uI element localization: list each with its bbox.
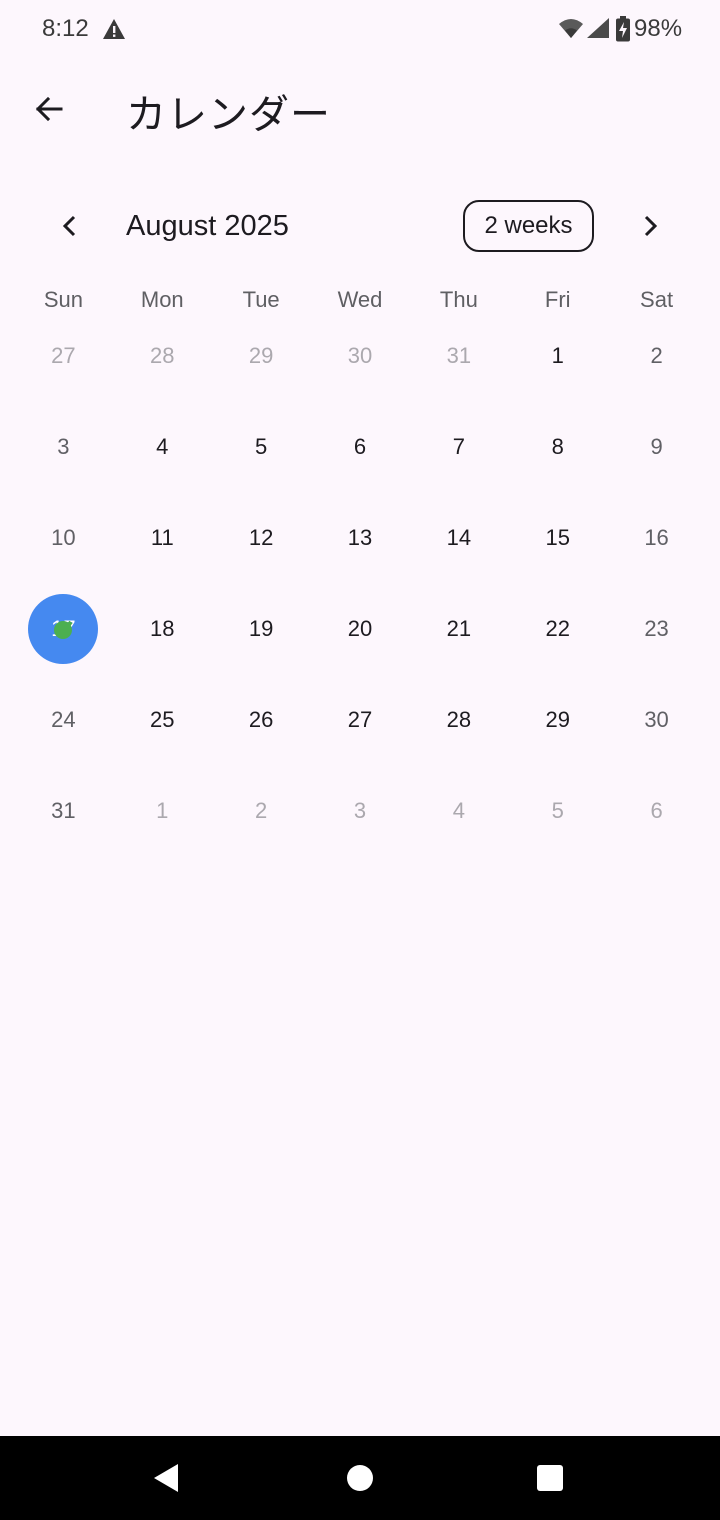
event-marker-icon bbox=[54, 620, 73, 639]
day-cell-outside[interactable]: 30 bbox=[311, 310, 410, 401]
day-cell[interactable]: 29 bbox=[508, 674, 607, 765]
day-cell-weekend[interactable]: 3 bbox=[14, 401, 113, 492]
day-cell-outside[interactable]: 31 bbox=[409, 310, 508, 401]
day-cell[interactable]: 7 bbox=[409, 401, 508, 492]
day-cell-outside[interactable]: 1 bbox=[113, 765, 212, 856]
day-cell-outside[interactable]: 4 bbox=[409, 765, 508, 856]
day-cell[interactable]: 27 bbox=[311, 674, 410, 765]
day-cell-outside[interactable]: 2 bbox=[212, 765, 311, 856]
chevron-right-icon bbox=[644, 215, 658, 237]
day-cell[interactable]: 6 bbox=[311, 401, 410, 492]
day-cell-outside[interactable]: 27 bbox=[14, 310, 113, 401]
day-cell[interactable]: 12 bbox=[212, 492, 311, 583]
day-cell[interactable]: 20 bbox=[311, 583, 410, 674]
nav-back-icon[interactable] bbox=[150, 1462, 182, 1494]
day-cell[interactable]: 21 bbox=[409, 583, 508, 674]
day-cell-weekend[interactable]: 2 bbox=[607, 310, 706, 401]
calendar-header: August 2025 2 weeks bbox=[0, 196, 720, 260]
day-grid: 27 28 29 30 31 1 2 3 4 5 6 7 8 9 10 11 1… bbox=[14, 310, 706, 856]
day-cell[interactable]: 25 bbox=[113, 674, 212, 765]
day-cell-selected[interactable]: 17 bbox=[14, 583, 113, 674]
day-cell-weekend[interactable]: 30 bbox=[607, 674, 706, 765]
day-cell[interactable]: 22 bbox=[508, 583, 607, 674]
day-cell[interactable]: 19 bbox=[212, 583, 311, 674]
battery-charging-icon bbox=[616, 16, 630, 42]
day-cell[interactable]: 11 bbox=[113, 492, 212, 583]
day-cell[interactable]: 28 bbox=[409, 674, 508, 765]
day-cell[interactable]: 4 bbox=[113, 401, 212, 492]
status-time: 8:12 bbox=[42, 15, 89, 42]
month-title: August 2025 bbox=[126, 210, 289, 242]
day-cell-outside[interactable]: 3 bbox=[311, 765, 410, 856]
battery-percent: 98% bbox=[634, 15, 683, 42]
day-cell-weekend[interactable]: 16 bbox=[607, 492, 706, 583]
format-toggle-button[interactable]: 2 weeks bbox=[463, 200, 594, 252]
day-cell[interactable]: 15 bbox=[508, 492, 607, 583]
wifi-icon bbox=[559, 19, 583, 38]
prev-month-button[interactable] bbox=[46, 202, 94, 250]
day-cell-outside[interactable]: 6 bbox=[607, 765, 706, 856]
next-month-button[interactable] bbox=[626, 202, 674, 250]
day-cell[interactable]: 8 bbox=[508, 401, 607, 492]
arrow-back-icon bbox=[35, 96, 63, 122]
day-cell[interactable]: 14 bbox=[409, 492, 508, 583]
page-title: カレンダー bbox=[126, 92, 331, 138]
day-cell[interactable]: 1 bbox=[508, 310, 607, 401]
nav-home-icon[interactable] bbox=[346, 1464, 374, 1492]
back-button[interactable] bbox=[24, 84, 74, 134]
day-cell[interactable]: 18 bbox=[113, 583, 212, 674]
warning-icon bbox=[103, 19, 125, 39]
system-nav-bar bbox=[0, 1436, 720, 1520]
day-cell-weekend[interactable]: 23 bbox=[607, 583, 706, 674]
signal-icon bbox=[587, 18, 609, 38]
day-cell-outside[interactable]: 28 bbox=[113, 310, 212, 401]
day-cell-weekend[interactable]: 10 bbox=[14, 492, 113, 583]
app-bar: カレンダー bbox=[0, 60, 720, 156]
day-cell-weekend[interactable]: 31 bbox=[14, 765, 113, 856]
day-cell-outside[interactable]: 5 bbox=[508, 765, 607, 856]
day-cell-weekend[interactable]: 9 bbox=[607, 401, 706, 492]
nav-recents-icon[interactable] bbox=[536, 1464, 564, 1492]
day-cell-outside[interactable]: 29 bbox=[212, 310, 311, 401]
chevron-left-icon bbox=[62, 215, 76, 237]
status-bar: 8:12 98% bbox=[0, 0, 720, 60]
day-cell[interactable]: 5 bbox=[212, 401, 311, 492]
day-cell-weekend[interactable]: 24 bbox=[14, 674, 113, 765]
day-cell[interactable]: 26 bbox=[212, 674, 311, 765]
day-cell[interactable]: 13 bbox=[311, 492, 410, 583]
